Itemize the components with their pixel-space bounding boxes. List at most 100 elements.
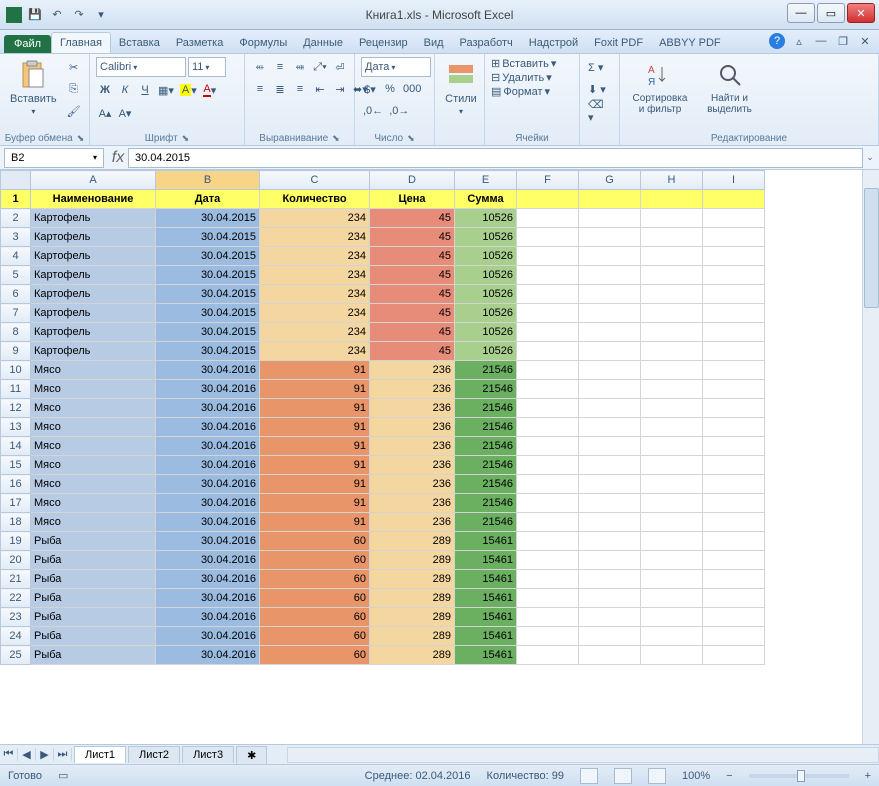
cell[interactable] [641, 437, 703, 456]
cell[interactable]: 30.04.2016 [156, 456, 260, 475]
row-header[interactable]: 23 [1, 608, 31, 627]
cell[interactable]: Картофель [31, 247, 156, 266]
cell[interactable] [579, 456, 641, 475]
cell[interactable]: 236 [370, 361, 455, 380]
cell[interactable] [517, 380, 579, 399]
number-format-combo[interactable]: Дата▾ [361, 57, 431, 77]
cell[interactable]: 236 [370, 399, 455, 418]
cell[interactable] [641, 551, 703, 570]
align-bottom-button[interactable]: ⬵ [291, 57, 309, 77]
cell[interactable]: 45 [370, 342, 455, 361]
cell[interactable] [703, 646, 765, 665]
cell[interactable]: 60 [260, 646, 370, 665]
cell[interactable] [579, 304, 641, 323]
row-header[interactable]: 25 [1, 646, 31, 665]
cell[interactable] [703, 513, 765, 532]
cell[interactable] [517, 513, 579, 532]
cell[interactable]: 91 [260, 399, 370, 418]
cell[interactable]: 30.04.2016 [156, 589, 260, 608]
worksheet-grid[interactable]: ABCDEFGHI1НаименованиеДатаКоличествоЦена… [0, 170, 879, 744]
zoom-out-button[interactable]: − [726, 770, 732, 782]
cell[interactable]: 45 [370, 247, 455, 266]
cell[interactable] [641, 475, 703, 494]
cell[interactable]: 15461 [455, 589, 517, 608]
cell[interactable]: 30.04.2016 [156, 399, 260, 418]
cell[interactable]: Мясо [31, 475, 156, 494]
cell[interactable] [579, 380, 641, 399]
cell[interactable]: 45 [370, 228, 455, 247]
cell[interactable]: 30.04.2016 [156, 551, 260, 570]
cell[interactable] [517, 399, 579, 418]
cell[interactable]: 236 [370, 494, 455, 513]
cell[interactable] [579, 475, 641, 494]
cell[interactable]: 15461 [455, 570, 517, 589]
doc-restore-button[interactable]: ❐ [835, 33, 851, 49]
cell[interactable] [517, 323, 579, 342]
cell[interactable] [703, 380, 765, 399]
cell[interactable] [579, 323, 641, 342]
cell[interactable] [703, 456, 765, 475]
file-tab[interactable]: Файл [4, 35, 51, 53]
cell[interactable] [579, 190, 641, 209]
cell[interactable] [641, 608, 703, 627]
cell[interactable] [641, 532, 703, 551]
cell[interactable]: Рыба [31, 532, 156, 551]
fill-button[interactable]: ⬇ ▾ [586, 79, 608, 99]
doc-close-button[interactable]: ✕ [857, 33, 873, 49]
cell[interactable] [517, 475, 579, 494]
cell[interactable] [703, 532, 765, 551]
cell[interactable]: 45 [370, 266, 455, 285]
cell[interactable]: 91 [260, 380, 370, 399]
cell[interactable]: 91 [260, 475, 370, 494]
cell[interactable] [641, 285, 703, 304]
sheet-nav-next[interactable]: ▶ [36, 748, 54, 761]
cell[interactable] [579, 646, 641, 665]
column-header-G[interactable]: G [579, 171, 641, 190]
cell[interactable] [517, 589, 579, 608]
row-header[interactable]: 12 [1, 399, 31, 418]
scroll-thumb[interactable] [864, 188, 879, 308]
row-header[interactable]: 1 [1, 190, 31, 209]
cell[interactable] [703, 361, 765, 380]
cell[interactable]: 10526 [455, 228, 517, 247]
cell[interactable] [703, 494, 765, 513]
inc-decimal-button[interactable]: ,0← [361, 101, 385, 121]
cell[interactable] [517, 646, 579, 665]
cell[interactable] [641, 418, 703, 437]
cell[interactable] [579, 513, 641, 532]
cell[interactable] [579, 285, 641, 304]
row-header[interactable]: 17 [1, 494, 31, 513]
row-header[interactable]: 9 [1, 342, 31, 361]
cell[interactable] [703, 247, 765, 266]
tab-view[interactable]: Вид [416, 33, 452, 53]
tab-home[interactable]: Главная [51, 32, 111, 53]
orientation-button[interactable]: ⤢▾ [311, 57, 329, 77]
cell[interactable]: Рыба [31, 608, 156, 627]
cell[interactable] [517, 456, 579, 475]
cell[interactable]: 10526 [455, 247, 517, 266]
cell[interactable]: Картофель [31, 266, 156, 285]
cell[interactable] [517, 266, 579, 285]
cell[interactable] [703, 627, 765, 646]
cell[interactable] [641, 513, 703, 532]
row-header[interactable]: 4 [1, 247, 31, 266]
cell[interactable] [703, 304, 765, 323]
align-top-button[interactable]: ⬴ [251, 57, 269, 77]
cell[interactable]: 234 [260, 342, 370, 361]
sheet-nav-prev[interactable]: ◀ [18, 748, 36, 761]
cell[interactable] [517, 551, 579, 570]
tab-insert[interactable]: Вставка [111, 33, 168, 53]
row-header[interactable]: 14 [1, 437, 31, 456]
row-header[interactable]: 21 [1, 570, 31, 589]
cell[interactable]: 21546 [455, 399, 517, 418]
cell[interactable]: 30.04.2015 [156, 342, 260, 361]
cell[interactable]: 30.04.2016 [156, 418, 260, 437]
cell[interactable]: 10526 [455, 266, 517, 285]
tab-review[interactable]: Рецензир [351, 33, 416, 53]
number-launcher[interactable]: ⬊ [407, 133, 415, 144]
cell[interactable]: 91 [260, 513, 370, 532]
cell[interactable]: 30.04.2015 [156, 228, 260, 247]
cell[interactable]: 289 [370, 551, 455, 570]
cell[interactable]: Мясо [31, 380, 156, 399]
wrap-text-button[interactable]: ⏎ [331, 57, 349, 77]
